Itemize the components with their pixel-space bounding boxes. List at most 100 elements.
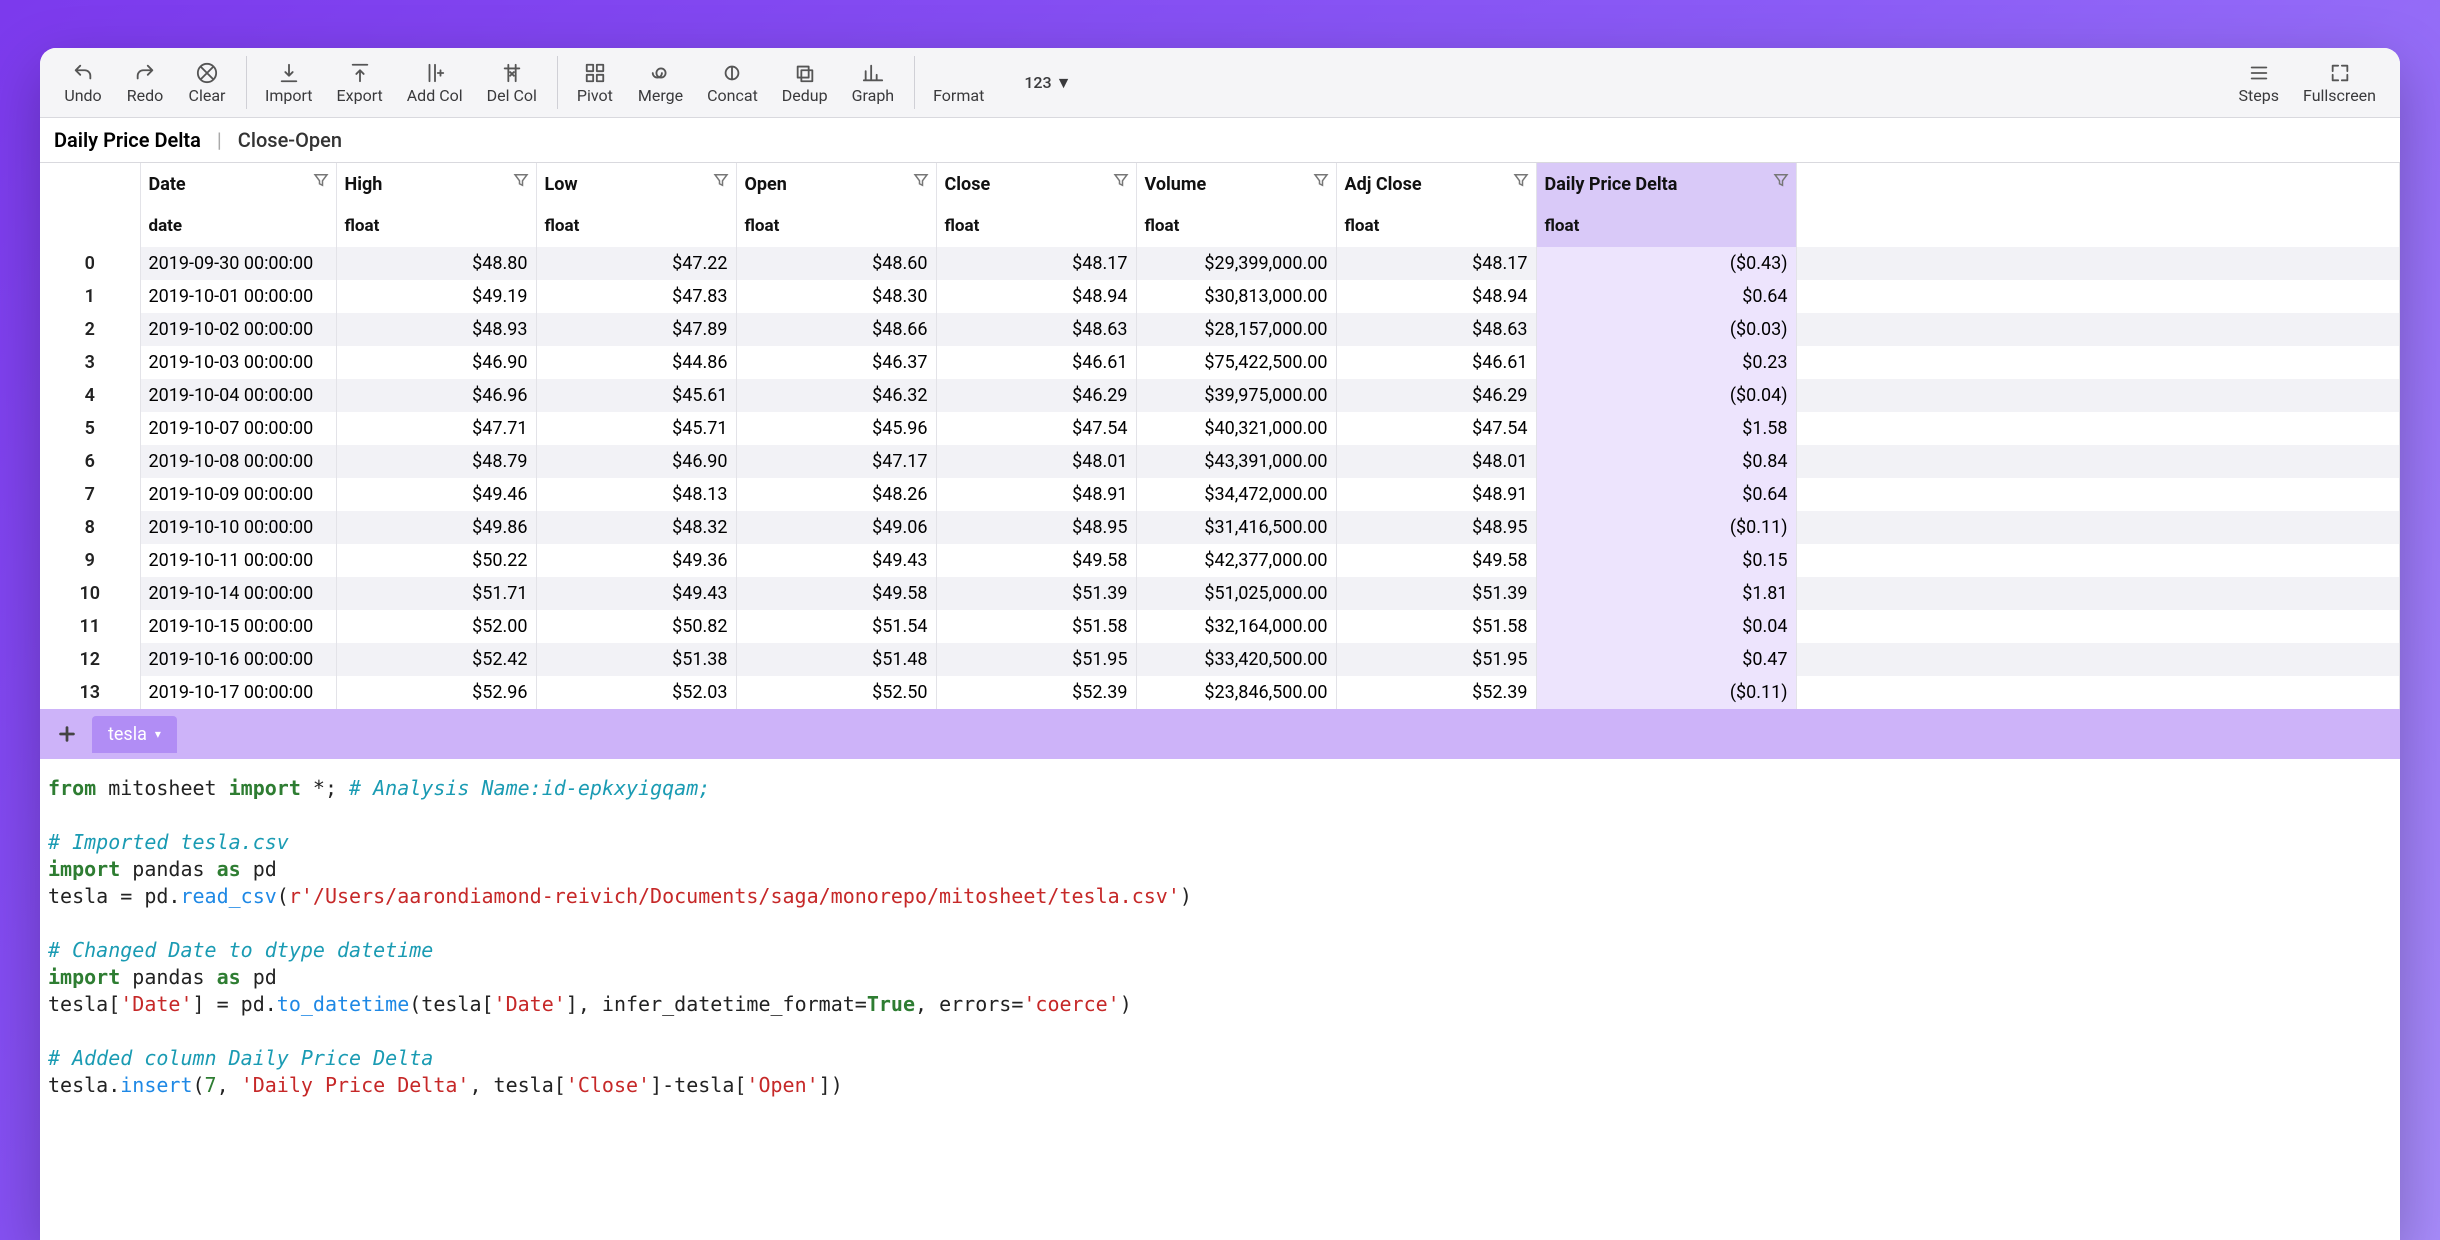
cell[interactable]: $48.63 [1336, 313, 1536, 346]
cell[interactable]: $48.80 [336, 247, 536, 280]
table-row[interactable]: 52019-10-07 00:00:00$47.71$45.71$45.96$4… [40, 412, 2400, 445]
column-header-open[interactable]: Open [736, 163, 936, 205]
cell[interactable]: $48.93 [336, 313, 536, 346]
cell[interactable]: $30,813,000.00 [1136, 280, 1336, 313]
cell[interactable]: $45.61 [536, 379, 736, 412]
filter-icon[interactable] [912, 171, 930, 189]
cell[interactable]: $40,321,000.00 [1136, 412, 1336, 445]
cell[interactable]: $52.39 [936, 676, 1136, 709]
table-row[interactable]: 62019-10-08 00:00:00$48.79$46.90$47.17$4… [40, 445, 2400, 478]
cell[interactable]: $49.58 [936, 544, 1136, 577]
cell[interactable]: $51.38 [536, 643, 736, 676]
merge-button[interactable]: Merge [628, 56, 693, 109]
cell[interactable]: ($0.11) [1536, 511, 1796, 544]
cell[interactable]: $0.15 [1536, 544, 1796, 577]
table-row[interactable]: 92019-10-11 00:00:00$50.22$49.36$49.43$4… [40, 544, 2400, 577]
cell[interactable]: $47.17 [736, 445, 936, 478]
steps-button[interactable]: Steps [2229, 56, 2289, 109]
cell[interactable]: ($0.03) [1536, 313, 1796, 346]
filter-icon[interactable] [712, 171, 730, 189]
cell[interactable]: $48.01 [1336, 445, 1536, 478]
cell[interactable]: ($0.04) [1536, 379, 1796, 412]
cell[interactable]: $48.94 [1336, 280, 1536, 313]
pivot-button[interactable]: Pivot [566, 56, 624, 109]
filter-icon[interactable] [512, 171, 530, 189]
table-row[interactable]: 02019-09-30 00:00:00$48.80$47.22$48.60$4… [40, 247, 2400, 280]
column-header-daily-price-delta[interactable]: Daily Price Delta [1536, 163, 1796, 205]
cell[interactable]: $46.61 [1336, 346, 1536, 379]
cell[interactable]: $48.17 [1336, 247, 1536, 280]
table-row[interactable]: 132019-10-17 00:00:00$52.96$52.03$52.50$… [40, 676, 2400, 709]
cell[interactable]: $52.00 [336, 610, 536, 643]
cell[interactable]: $46.90 [536, 445, 736, 478]
column-header-close[interactable]: Close [936, 163, 1136, 205]
cell[interactable]: $46.32 [736, 379, 936, 412]
cell[interactable]: $47.54 [936, 412, 1136, 445]
cell[interactable]: $49.43 [736, 544, 936, 577]
cell[interactable]: 2019-10-07 00:00:00 [140, 412, 336, 445]
cell[interactable]: $46.37 [736, 346, 936, 379]
cell[interactable]: 2019-10-03 00:00:00 [140, 346, 336, 379]
cell[interactable]: $51.95 [936, 643, 1136, 676]
cell[interactable]: $52.42 [336, 643, 536, 676]
sheet-tab-tesla[interactable]: tesla ▾ [92, 716, 177, 753]
table-row[interactable]: 112019-10-15 00:00:00$52.00$50.82$51.54$… [40, 610, 2400, 643]
data-grid[interactable]: DateHighLowOpenCloseVolumeAdj CloseDaily… [40, 163, 2400, 709]
cell[interactable]: 2019-10-01 00:00:00 [140, 280, 336, 313]
table-row[interactable]: 22019-10-02 00:00:00$48.93$47.89$48.66$4… [40, 313, 2400, 346]
column-header-low[interactable]: Low [536, 163, 736, 205]
cell[interactable]: $51.39 [1336, 577, 1536, 610]
cell[interactable]: $48.13 [536, 478, 736, 511]
table-row[interactable]: 122019-10-16 00:00:00$52.42$51.38$51.48$… [40, 643, 2400, 676]
cell[interactable]: $47.71 [336, 412, 536, 445]
table-row[interactable]: 12019-10-01 00:00:00$49.19$47.83$48.30$4… [40, 280, 2400, 313]
cell[interactable]: $50.22 [336, 544, 536, 577]
cell[interactable]: $32,164,000.00 [1136, 610, 1336, 643]
cell[interactable]: $1.81 [1536, 577, 1796, 610]
cell[interactable]: $46.90 [336, 346, 536, 379]
cell[interactable]: $0.23 [1536, 346, 1796, 379]
cell[interactable]: $49.86 [336, 511, 536, 544]
cell[interactable]: 2019-10-09 00:00:00 [140, 478, 336, 511]
cell[interactable]: $51.95 [1336, 643, 1536, 676]
filter-icon[interactable] [1312, 171, 1330, 189]
table-row[interactable]: 72019-10-09 00:00:00$49.46$48.13$48.26$4… [40, 478, 2400, 511]
column-header-adj-close[interactable]: Adj Close [1336, 163, 1536, 205]
table-row[interactable]: 82019-10-10 00:00:00$49.86$48.32$49.06$4… [40, 511, 2400, 544]
cell[interactable]: $29,399,000.00 [1136, 247, 1336, 280]
cell[interactable]: 2019-10-14 00:00:00 [140, 577, 336, 610]
cell[interactable]: $75,422,500.00 [1136, 346, 1336, 379]
cell[interactable]: $0.04 [1536, 610, 1796, 643]
cell[interactable]: $49.06 [736, 511, 936, 544]
cell[interactable]: $48.26 [736, 478, 936, 511]
add-sheet-button[interactable] [50, 717, 84, 751]
cell[interactable]: $49.58 [736, 577, 936, 610]
cell[interactable]: $51.71 [336, 577, 536, 610]
cell[interactable]: $47.22 [536, 247, 736, 280]
cell[interactable]: $52.39 [1336, 676, 1536, 709]
cell[interactable]: $0.47 [1536, 643, 1796, 676]
cell[interactable]: $51.58 [1336, 610, 1536, 643]
cell[interactable]: $52.96 [336, 676, 536, 709]
cell[interactable]: $48.94 [936, 280, 1136, 313]
cell[interactable]: $34,472,000.00 [1136, 478, 1336, 511]
cell[interactable]: $48.01 [936, 445, 1136, 478]
cell[interactable]: $31,416,500.00 [1136, 511, 1336, 544]
column-header-date[interactable]: Date [140, 163, 336, 205]
cell[interactable]: $0.64 [1536, 478, 1796, 511]
cell[interactable]: $47.54 [1336, 412, 1536, 445]
cell[interactable]: $48.66 [736, 313, 936, 346]
export-button[interactable]: Export [327, 56, 393, 109]
cell[interactable]: $45.71 [536, 412, 736, 445]
cell[interactable]: $43,391,000.00 [1136, 445, 1336, 478]
filter-icon[interactable] [1512, 171, 1530, 189]
cell[interactable]: $47.89 [536, 313, 736, 346]
cell[interactable]: ($0.43) [1536, 247, 1796, 280]
dedup-button[interactable]: Dedup [772, 56, 838, 109]
del-col-button[interactable]: Del Col [477, 56, 547, 109]
cell[interactable]: $49.46 [336, 478, 536, 511]
cell[interactable]: $44.86 [536, 346, 736, 379]
number-format-dropdown[interactable]: 123 ▼ [1014, 69, 1081, 97]
cell[interactable]: $52.50 [736, 676, 936, 709]
cell[interactable]: $48.79 [336, 445, 536, 478]
